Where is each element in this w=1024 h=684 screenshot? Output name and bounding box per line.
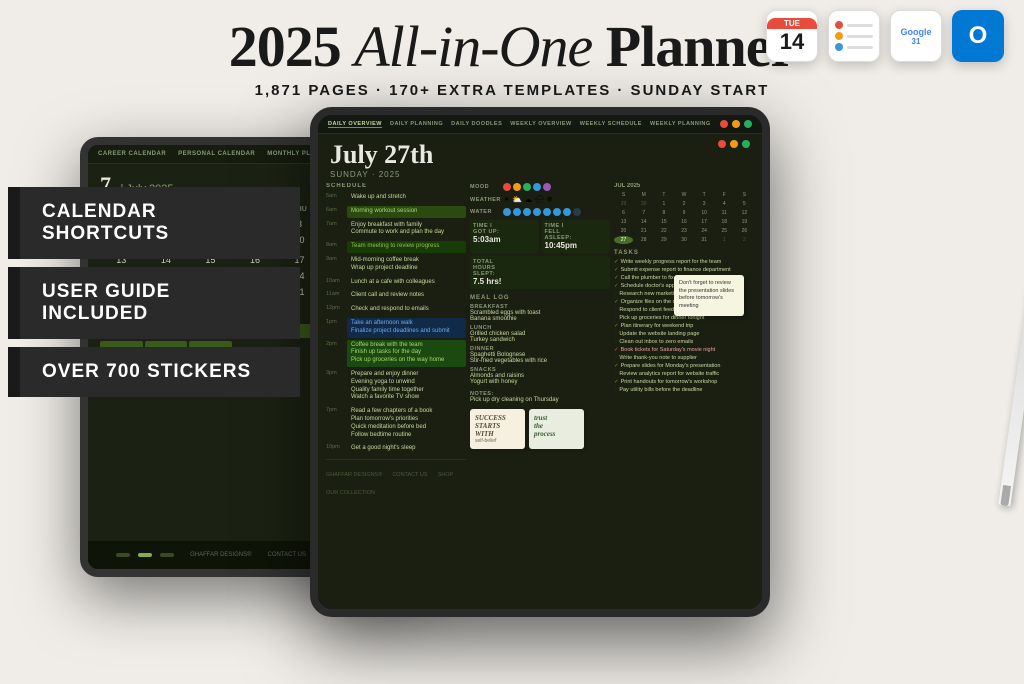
- badge-user-guide: USER GUIDE INCLUDED: [20, 267, 300, 339]
- sticky-success: SUCCESSSTARTS WITH self-belief: [470, 409, 525, 449]
- title-year: 2025: [229, 14, 355, 79]
- title-suffix: Planner: [592, 14, 795, 79]
- mini-cal-grid: SMTWTFS 293012345 6789101112 13141516171…: [614, 191, 754, 244]
- schedule-row-12: 10pm Get a good night's sleep: [326, 443, 466, 455]
- reminder-bar: [847, 24, 873, 27]
- schedule-row-9: 2pm Coffee break with the teamFinish up …: [326, 340, 466, 367]
- schedule-row-5: 10am Lunch at a cafe with colleagues: [326, 277, 466, 289]
- apple-calendar-icon: TUE 14: [766, 10, 818, 62]
- tr-right-col: JUL 2025 SMTWTFS 293012345 6789101112 13…: [614, 183, 754, 563]
- water-dots: [503, 208, 581, 216]
- reminder-dot-blue: [835, 43, 843, 51]
- water-row: WATER: [470, 208, 610, 216]
- tr-date-sub: SUNDAY · 2025: [330, 170, 433, 179]
- nav-dot-red: [720, 120, 728, 128]
- badge-label-2: OVER 700 STICKERS: [42, 361, 251, 382]
- tr-date-big: July 27th: [330, 140, 433, 170]
- badge-stickers: OVER 700 STICKERS: [20, 347, 300, 397]
- task-7: ○ Pick up groceries for dinner tonight: [614, 315, 754, 321]
- gcal-number: 31: [912, 37, 921, 46]
- badges-column: CALENDAR SHORTCUTS USER GUIDE INCLUDED O…: [0, 107, 300, 627]
- stickies-area: SUCCESSSTARTS WITH self-belief trustthep…: [470, 409, 610, 449]
- weather-row: WEATHER ☀ ⛅ ☁ 🌧 ❄: [470, 195, 610, 204]
- reminders-icon: [828, 10, 880, 62]
- badge-label-0: CALENDAR SHORTCUTS: [42, 201, 169, 244]
- schedule-row-0: 5am Wake up and stretch: [326, 192, 466, 204]
- schedule-row-8: 1pm Take an afternoon walkFinalize proje…: [326, 318, 466, 338]
- tablet-right-screen: DAILY OVERVIEW DAILY PLANNING DAILY DOOD…: [318, 115, 762, 609]
- time-stats: TIME I GOT UP: 5:03am TIME I FELL ASLEEP…: [470, 220, 610, 289]
- task-12: ○ Write thank-you note to supplier: [614, 355, 754, 361]
- schedule-row-3: 8am Team meeting to review progress: [326, 241, 466, 253]
- schedule-row-11: 7pm Read a few chapters of a bookPlan to…: [326, 406, 466, 441]
- schedule-row-2: 7am Enjoy breakfast with familyCommute t…: [326, 220, 466, 240]
- nav-dot-orange: [732, 120, 740, 128]
- meal-log: MEAL LOG BREAKFAST Scrambled eggs with t…: [470, 295, 610, 403]
- tr-main: SCHEDULE 5am Wake up and stretch 6am Mor…: [318, 183, 762, 563]
- subtitle-bar: 1,871 PAGES · 170+ EXTRA TEMPLATES · SUN…: [0, 82, 1024, 99]
- schedule-row-1: 6am Morning workout session: [326, 206, 466, 218]
- app-icons-row: TUE 14 Google 31 O: [766, 10, 1004, 62]
- sticky-note-meeting: Don't forget to review the presentation …: [674, 275, 744, 316]
- nav-dot-green: [744, 120, 752, 128]
- task-8: ✓Plan itinerary for weekend trip: [614, 323, 754, 329]
- outlook-icon: O: [952, 10, 1004, 62]
- mood-row: MOOD: [470, 183, 610, 191]
- sticky-trust: trusttheprocess: [529, 409, 584, 449]
- badge-label-1: USER GUIDE INCLUDED: [42, 281, 170, 324]
- schedule-section-title: SCHEDULE: [326, 183, 466, 189]
- schedule-row-10: 3pm Prepare and enjoy dinnerEvening yoga…: [326, 369, 466, 404]
- mood-dots: [503, 183, 551, 191]
- task-16: ○ Pay utility bills before the deadline: [614, 387, 754, 393]
- tr-middle-col: MOOD WEATHER: [470, 183, 610, 563]
- task-15: ✓Print handouts for tomorrow's workshop: [614, 379, 754, 385]
- task-14: ○ Review analytics report for website tr…: [614, 371, 754, 377]
- schedule-row-4: 9am Mid-morning coffee breakWrap up proj…: [326, 255, 466, 275]
- reminder-dot-red: [835, 21, 843, 29]
- task-1: ✓Submit expense report to finance depart…: [614, 267, 754, 273]
- mini-calendar: JUL 2025 SMTWTFS 293012345 6789101112 13…: [614, 183, 754, 244]
- tasks-section: TASKS ✓Write weekly progress report for …: [614, 250, 754, 393]
- content-area: CALENDAR SHORTCUTS USER GUIDE INCLUDED O…: [0, 107, 1024, 627]
- schedule-row-6: 11am Client call and review notes: [326, 290, 466, 302]
- task-0: ✓Write weekly progress report for the te…: [614, 259, 754, 265]
- schedule-row-7: 12pm Check and respond to emails: [326, 304, 466, 316]
- tr-header: July 27th SUNDAY · 2025: [318, 134, 762, 183]
- tr-schedule-col: SCHEDULE 5am Wake up and stretch 6am Mor…: [326, 183, 466, 563]
- title-italic: All-in-One: [354, 14, 592, 79]
- badge-calendar-shortcuts: CALENDAR SHORTCUTS: [20, 187, 300, 259]
- weather-icons: ☀ ⛅ ☁ 🌧 ❄: [503, 195, 553, 204]
- google-calendar-icon: Google 31: [890, 10, 942, 62]
- task-9: ○ Update the website landing page: [614, 331, 754, 337]
- outlook-letter: O: [969, 22, 988, 50]
- task-10: ○ Clean out inbox to zero emails: [614, 339, 754, 345]
- reminder-dot-orange: [835, 32, 843, 40]
- task-11: ✓Book tickets for Saturday's movie night: [614, 347, 754, 353]
- subtitle-text: 1,871 PAGES · 170+ EXTRA TEMPLATES · SUN…: [255, 82, 770, 99]
- tr-nav: DAILY OVERVIEW DAILY PLANNING DAILY DOOD…: [318, 115, 762, 134]
- stylus: [998, 168, 1024, 506]
- cal-day-abbr: TUE: [767, 18, 817, 29]
- tablet-right: DAILY OVERVIEW DAILY PLANNING DAILY DOOD…: [310, 107, 770, 617]
- task-13: ✓Prepare slides for Monday's presentatio…: [614, 363, 754, 369]
- cal-day-num: 14: [780, 29, 804, 55]
